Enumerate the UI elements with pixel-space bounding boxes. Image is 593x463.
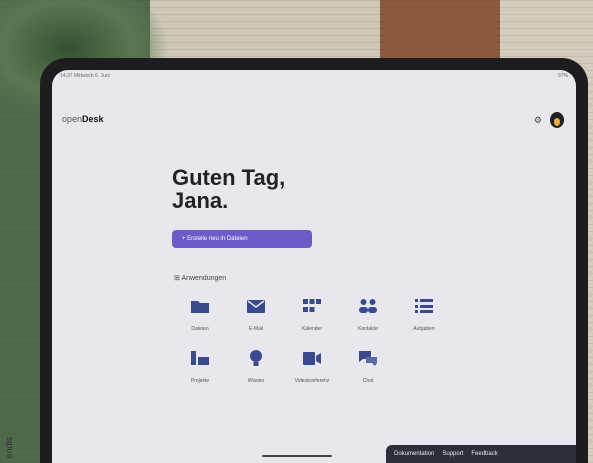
greeting-title: Guten Tag, Jana.	[172, 165, 286, 213]
avatar[interactable]	[550, 112, 564, 128]
tablet-screen: 14:37 Mittwoch 6. Juni 97% openDesk ⚙ Gu…	[52, 70, 576, 463]
photo-credit: endis	[4, 437, 14, 459]
status-time: 14:37 Mittwoch 6. Juni	[60, 73, 110, 79]
app-label: Videokonferenz	[294, 378, 330, 384]
app-label: Projekte	[190, 378, 210, 384]
tablet-device: 14:37 Mittwoch 6. Juni 97% openDesk ⚙ Gu…	[40, 58, 588, 463]
brand-prefix: open	[62, 114, 83, 124]
folder-icon	[191, 298, 209, 314]
app-tile[interactable]: Projekte	[172, 350, 228, 384]
brand-suffix: Desk	[82, 114, 104, 124]
create-new-button[interactable]: + Erstelle neu in Dateien	[172, 230, 312, 248]
app-tile[interactable]: E-Mail	[228, 298, 284, 332]
app-label: Aufgaben	[413, 326, 435, 332]
bulb-icon	[247, 350, 265, 366]
mail-icon	[247, 298, 265, 314]
grid-icon	[303, 298, 321, 314]
home-indicator	[262, 455, 332, 457]
app-label: E-Mail	[248, 326, 264, 332]
app-label: Kalender	[301, 326, 322, 332]
applications-heading: ⊞ Anwendungen	[174, 274, 226, 282]
app-label: Kontakte	[358, 326, 378, 332]
documentation-link[interactable]: Dokumentation	[394, 451, 434, 457]
app-label: Chat	[362, 378, 374, 384]
bottom-help-bar: Dokumentation Support Feedback	[386, 445, 576, 463]
app-tile[interactable]: Chat	[340, 350, 396, 384]
list-icon	[415, 298, 433, 314]
applications-heading-text: Anwendungen	[181, 275, 227, 282]
contacts-icon	[359, 298, 377, 314]
board-icon	[191, 350, 209, 366]
feedback-link[interactable]: Feedback	[471, 451, 497, 457]
app-tile[interactable]: Dateien	[172, 298, 228, 332]
settings-icon[interactable]: ⚙	[534, 115, 542, 126]
top-right-controls: ⚙	[534, 112, 564, 128]
app-brand[interactable]: openDesk	[62, 114, 104, 124]
app-tile[interactable]: Aufgaben	[396, 298, 452, 332]
app-tile[interactable]: Kontakte	[340, 298, 396, 332]
support-link[interactable]: Support	[442, 451, 463, 457]
app-label: Dateien	[191, 326, 209, 332]
app-tile[interactable]: Kalender	[284, 298, 340, 332]
video-icon	[303, 350, 321, 366]
app-tile[interactable]: Videokonferenz	[284, 350, 340, 384]
status-bar: 14:37 Mittwoch 6. Juni 97%	[60, 73, 568, 81]
app-tile[interactable]: Wissen	[228, 350, 284, 384]
status-battery: 97%	[557, 73, 568, 79]
app-label: Wissen	[247, 378, 265, 384]
chat-icon	[359, 350, 377, 366]
app-grid: Dateien E-Mail Kalender Kontakte Aufgaben Pro…	[172, 298, 472, 384]
